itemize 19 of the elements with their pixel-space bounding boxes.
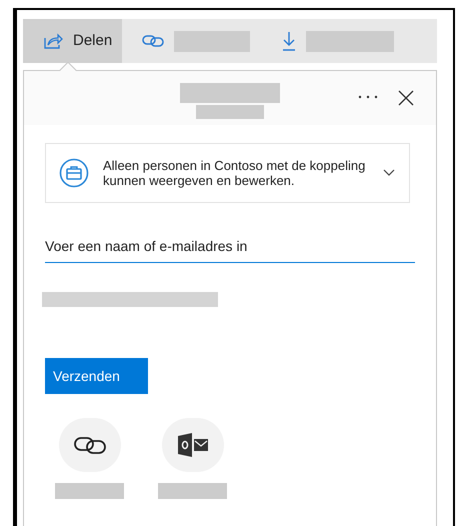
redaction-bar	[196, 105, 264, 119]
share-icon	[43, 32, 63, 50]
permission-dropdown[interactable]: Alleen personen in Contoso met de koppeling kunnen weergeven en bewerken.	[45, 143, 410, 203]
outlook-button[interactable]	[162, 418, 224, 472]
link-icon	[142, 34, 164, 48]
send-button[interactable]: Verzenden	[45, 358, 148, 394]
link-icon	[72, 434, 106, 456]
briefcase-icon	[59, 158, 89, 188]
copy-link-button[interactable]	[58, 418, 120, 472]
redaction-bar	[158, 483, 227, 499]
mail-app-icon	[176, 432, 210, 458]
more-icon[interactable]	[358, 95, 378, 99]
recipient-input[interactable]: Voer een naam of e-mailadres in	[45, 229, 415, 263]
redaction-bar	[55, 483, 124, 499]
close-icon[interactable]	[398, 90, 414, 106]
permission-text: Alleen personen in Contoso met de koppeling kunnen weergeven en bewerken.	[103, 158, 366, 188]
chevron-down-icon	[383, 169, 395, 177]
download-icon	[282, 31, 296, 51]
toolbar-tab[interactable]: Delen	[23, 19, 122, 63]
